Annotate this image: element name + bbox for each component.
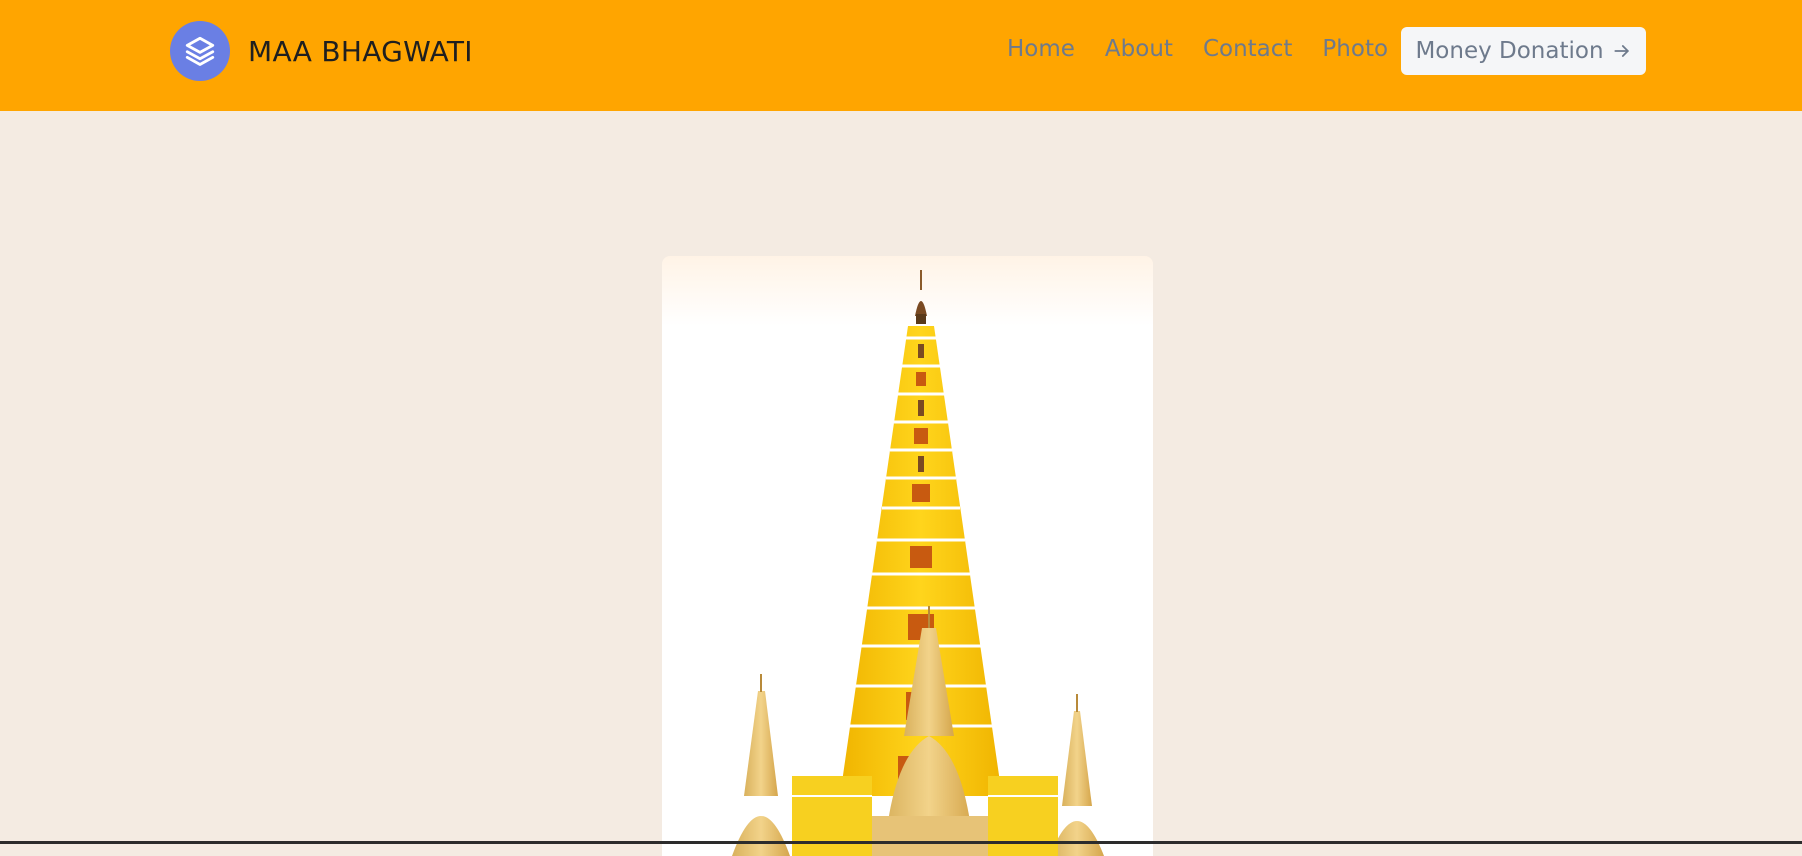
nav-contact[interactable]: Contact	[1203, 36, 1292, 62]
header-bar: MAA BHAGWATI Home About Contact Photo Mo…	[0, 0, 1802, 111]
nav-about[interactable]: About	[1105, 36, 1173, 62]
nav-home[interactable]: Home	[1007, 36, 1075, 62]
temple-tower-image	[732, 270, 1104, 856]
money-donation-button[interactable]: Money Donation	[1401, 27, 1646, 75]
arrow-right-icon	[1613, 45, 1629, 57]
brand-name: MAA BHAGWATI	[248, 34, 473, 68]
brand-logo[interactable]: MAA BHAGWATI	[170, 21, 473, 81]
hero-image-card	[662, 256, 1153, 856]
layers-icon	[170, 21, 230, 81]
nav-photo[interactable]: Photo	[1322, 36, 1388, 62]
money-donation-label: Money Donation	[1415, 38, 1604, 64]
main-nav: Home About Contact Photo	[1007, 36, 1388, 62]
